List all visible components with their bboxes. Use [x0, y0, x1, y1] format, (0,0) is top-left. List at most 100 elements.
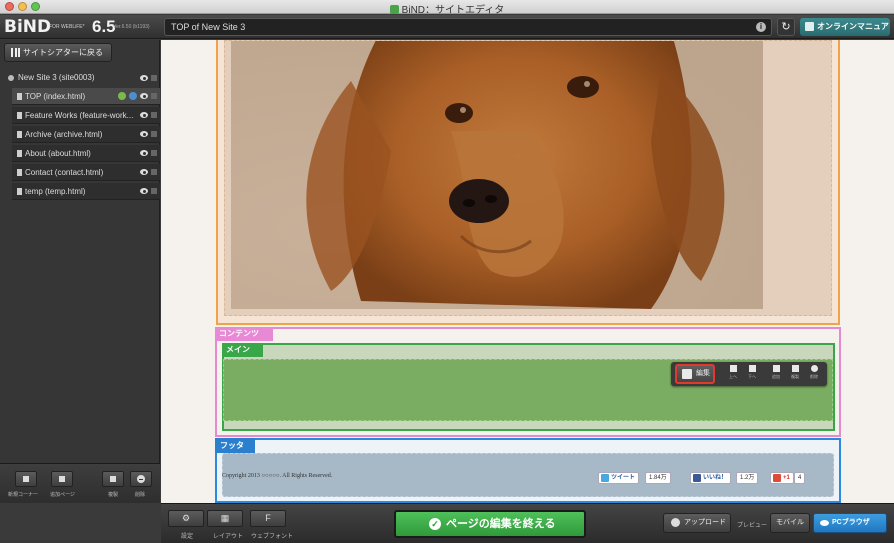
site-tree-root[interactable]: New Site 3 (site0003): [0, 70, 160, 86]
page-item-top[interactable]: TOP (index.html): [12, 88, 160, 105]
info-icon[interactable]: i: [756, 22, 766, 32]
bind-logo: BiND: [4, 17, 52, 37]
delete-block-button[interactable]: 削除: [804, 365, 824, 383]
hero-block-frame[interactable]: [216, 40, 840, 325]
layout-button[interactable]: ▦: [207, 510, 243, 527]
delete-label: 削除: [135, 492, 146, 498]
page-icon: [17, 188, 22, 195]
duplicate-label: 複製: [108, 492, 119, 498]
logo-subtitle: FOR WEBLiFE*: [49, 24, 85, 30]
eye-icon: [820, 520, 829, 526]
twitter-icon: [601, 474, 609, 482]
page-label: Archive (archive.html): [25, 130, 103, 139]
page-item-archive[interactable]: Archive (archive.html): [12, 126, 160, 143]
page-icon: [17, 150, 22, 157]
visibility-eye-icon[interactable]: [140, 169, 148, 175]
add-page-label: 追加ページ: [50, 492, 75, 498]
like-label: いいね！: [703, 475, 728, 481]
bars-icon: [11, 48, 20, 57]
reload-icon: ↻: [781, 21, 791, 33]
add-block-button[interactable]: 追加: [766, 365, 786, 383]
delete-icon: [810, 365, 818, 372]
title-bar: BiND：サイトエディタ: [0, 0, 894, 16]
facebook-icon: [693, 474, 701, 482]
pencil-icon: [682, 369, 692, 379]
check-icon: ✓: [429, 518, 441, 530]
page-icon: [17, 131, 22, 138]
page-label: Contact (contact.html): [25, 168, 104, 177]
page-icon: [17, 169, 22, 176]
layout-label: レイアウト: [213, 534, 244, 540]
delete-button[interactable]: [130, 471, 152, 487]
upload-icon: [671, 518, 680, 527]
lock-square-icon[interactable]: [151, 169, 157, 175]
page-label: About (about.html): [25, 149, 91, 158]
add-label: 追加: [772, 374, 780, 379]
google-plus-icon: [773, 474, 781, 482]
lock-square-icon[interactable]: [151, 75, 157, 81]
lock-square-icon[interactable]: [151, 188, 157, 194]
move-up-button[interactable]: 上へ: [723, 365, 743, 383]
page-item-about[interactable]: About (about.html): [12, 145, 160, 162]
move-down-icon: [748, 365, 756, 372]
upload-button[interactable]: アップロード: [663, 513, 731, 533]
move-up-icon: [729, 365, 737, 372]
duplicate-block-button[interactable]: 複製: [785, 365, 805, 383]
like-count: 1.2万: [736, 472, 759, 484]
minus-icon: [137, 475, 145, 483]
move-down-label: 下へ: [748, 374, 756, 379]
page-item-contact[interactable]: Contact (contact.html): [12, 164, 160, 181]
page-icon: [17, 93, 22, 100]
page-item-feature-works[interactable]: Feature Works (feature-work...: [12, 107, 160, 124]
facebook-like-button[interactable]: いいね！: [690, 472, 732, 484]
visibility-eye-icon[interactable]: [140, 188, 148, 194]
back-to-site-theater-button[interactable]: サイトシアターに戻る: [4, 43, 112, 62]
book-icon: [805, 22, 814, 31]
mobile-preview-button[interactable]: モバイル: [770, 513, 810, 533]
reload-button[interactable]: ↻: [777, 18, 795, 36]
upload-label: アップロード: [684, 519, 726, 526]
back-label: サイトシアターに戻る: [23, 48, 103, 57]
duplicate-button[interactable]: [102, 471, 124, 487]
copyright-text: Copyright 2013 ○○○○○. All Rights Reserve…: [222, 473, 333, 479]
tweet-label: ツイート: [611, 475, 636, 481]
finish-editing-button[interactable]: ✓ ページの編集を終える: [394, 510, 586, 538]
lock-square-icon[interactable]: [151, 150, 157, 156]
tweet-button[interactable]: ツイート: [598, 472, 640, 484]
app-icon: [389, 5, 399, 14]
visibility-eye-icon[interactable]: [140, 93, 148, 99]
visibility-eye-icon[interactable]: [140, 75, 148, 81]
online-manual-button[interactable]: オンラインマニュアル: [800, 18, 890, 49]
lock-square-icon[interactable]: [151, 93, 157, 99]
build-number: Ver.6.50 (b1193): [113, 24, 150, 30]
top-toolbar: BiND FOR WEBLiFE* 6.5 Ver.6.50 (b1193) T…: [0, 15, 894, 49]
page-address-bar[interactable]: TOP of New Site 3 i: [164, 18, 772, 36]
page-label: Feature Works (feature-work...: [25, 111, 134, 120]
settings-label: 設定: [181, 534, 194, 540]
preview-label: プレビュー: [737, 523, 768, 529]
pc-browser-preview-button[interactable]: PCブラウザ: [813, 513, 887, 533]
add-page-button[interactable]: [51, 471, 73, 487]
page-item-temp[interactable]: temp (temp.html): [12, 183, 160, 200]
settings-button[interactable]: ⚙: [168, 510, 204, 527]
lock-square-icon[interactable]: [151, 112, 157, 118]
main-area-tag: メイン: [222, 343, 263, 357]
gplus-label: +1: [783, 475, 790, 481]
edit-label: 編集: [696, 370, 710, 377]
page-address-text: TOP of New Site 3: [171, 22, 246, 32]
edit-block-button[interactable]: 編集: [675, 364, 715, 384]
page-canvas: コンテンツ メイン 編集 上へ 下へ 追加 複製 削除 フッタ Copyrigh…: [161, 40, 894, 503]
duplicate-icon: [791, 365, 799, 372]
visibility-eye-icon[interactable]: [140, 112, 148, 118]
google-plus-button[interactable]: +1: [770, 472, 794, 484]
add-icon: [772, 365, 780, 372]
new-corner-button[interactable]: [15, 471, 37, 487]
visibility-eye-icon[interactable]: [140, 131, 148, 137]
gplus-count: 4: [794, 472, 806, 484]
move-up-label: 上へ: [729, 374, 737, 379]
move-down-button[interactable]: 下へ: [742, 365, 762, 383]
webfont-button[interactable]: F: [250, 510, 286, 527]
visibility-eye-icon[interactable]: [140, 150, 148, 156]
bottom-toolbar: ⚙ ▦ F 設定 レイアウト ウェブフォント ✓ ページの編集を終える アップロ…: [161, 503, 894, 543]
lock-square-icon[interactable]: [151, 131, 157, 137]
